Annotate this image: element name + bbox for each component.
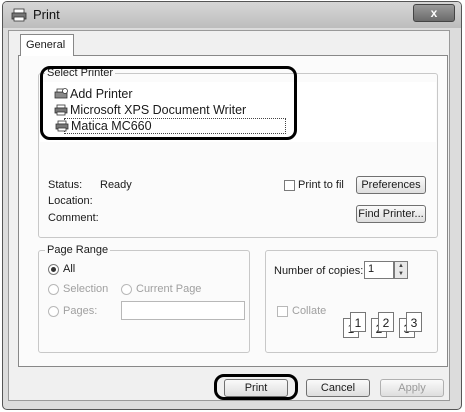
range-current-page-radio[interactable] bbox=[121, 284, 132, 295]
print-to-file-label: Print to file bbox=[298, 179, 344, 191]
copies-label: Number of copies: bbox=[274, 265, 364, 277]
pages-input[interactable] bbox=[121, 301, 245, 320]
copies-spinner[interactable]: ▲ ▼ bbox=[394, 261, 408, 279]
range-all-radio[interactable] bbox=[48, 264, 59, 275]
annotation-highlight-printer-list bbox=[40, 66, 297, 140]
window-title: Print bbox=[33, 7, 60, 22]
range-selection-label: Selection bbox=[63, 283, 109, 295]
printer-icon bbox=[11, 8, 27, 22]
cancel-button[interactable]: Cancel bbox=[306, 379, 370, 397]
location-label: Location: bbox=[48, 195, 93, 207]
collate-page-2-front: 2 bbox=[378, 312, 394, 332]
range-selection-radio[interactable] bbox=[48, 284, 59, 295]
preferences-button[interactable]: Preferences bbox=[356, 176, 426, 194]
copies-input[interactable]: 1 bbox=[364, 261, 394, 279]
comment-label: Comment: bbox=[48, 212, 99, 224]
page-range-legend: Page Range bbox=[45, 244, 111, 256]
annotation-highlight-print-button bbox=[214, 374, 298, 400]
range-pages-radio[interactable] bbox=[48, 306, 59, 317]
status-value: Ready bbox=[100, 179, 132, 191]
close-icon: x bbox=[430, 6, 438, 20]
print-to-file-checkbox[interactable] bbox=[284, 180, 295, 191]
collate-page-3-front: 3 bbox=[406, 312, 422, 332]
spinner-up-icon[interactable]: ▲ bbox=[395, 262, 407, 270]
range-current-page-label: Current Page bbox=[136, 283, 202, 295]
collate-illustration: 1 1 2 2 3 3 bbox=[343, 312, 435, 340]
tab-general[interactable]: General bbox=[20, 34, 74, 56]
range-all-label: All bbox=[63, 263, 76, 275]
collate-page-1-front: 1 bbox=[350, 312, 366, 332]
status-label: Status: bbox=[48, 179, 83, 191]
collate-label: Collate bbox=[292, 305, 327, 317]
spinner-down-icon[interactable]: ▼ bbox=[395, 270, 407, 278]
find-printer-button[interactable]: Find Printer... bbox=[356, 205, 426, 223]
apply-button[interactable]: Apply bbox=[380, 379, 444, 397]
range-pages-label: Pages: bbox=[63, 305, 98, 317]
title-bar: Print x bbox=[3, 2, 461, 28]
close-button[interactable]: x bbox=[413, 4, 455, 22]
collate-checkbox[interactable] bbox=[277, 306, 288, 317]
